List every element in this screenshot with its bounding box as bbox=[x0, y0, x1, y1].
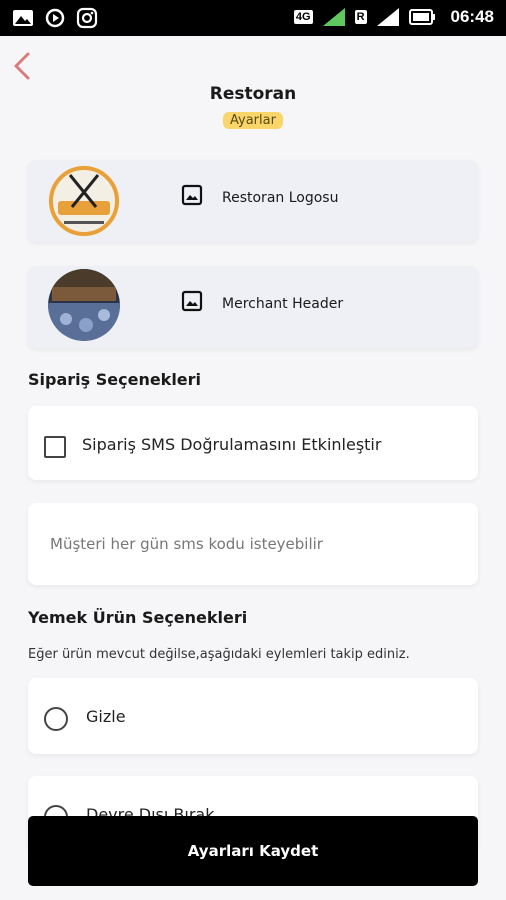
sim-badge: R bbox=[354, 10, 367, 24]
signal-icon bbox=[322, 8, 345, 26]
sync-icon bbox=[45, 8, 65, 28]
option-hide-label: Gizle bbox=[86, 707, 126, 726]
page-subtitle-wrap: Ayarlar bbox=[0, 109, 506, 129]
restaurant-logo-card[interactable]: Restoran Logosu bbox=[28, 160, 478, 242]
option-hide-radio[interactable] bbox=[44, 707, 68, 731]
gallery-icon bbox=[13, 10, 33, 26]
sms-verification-row[interactable]: Sipariş SMS Doğrulamasını Etkinleştir bbox=[28, 406, 478, 480]
battery-icon bbox=[408, 9, 435, 25]
status-bar-left bbox=[12, 7, 98, 29]
back-arrow-icon[interactable] bbox=[8, 48, 36, 84]
sms-verification-checkbox[interactable] bbox=[44, 436, 66, 458]
settings-badge: Ayarlar bbox=[223, 112, 283, 129]
restaurant-logo-label: Restoran Logosu bbox=[222, 190, 339, 206]
clock: 06:48 bbox=[450, 7, 494, 26]
option-hide-row[interactable]: Gizle bbox=[28, 678, 478, 754]
save-settings-button[interactable]: Ayarları Kaydet bbox=[28, 816, 478, 886]
image-icon bbox=[181, 184, 203, 206]
food-options-description: Eğer ürün mevcut değilse,aşağıdaki eylem… bbox=[28, 647, 410, 662]
merchant-header-label: Merchant Header bbox=[222, 296, 344, 312]
merchant-header-image bbox=[48, 269, 120, 341]
sms-note-field[interactable]: Müşteri her gün sms kodu isteyebilir bbox=[28, 503, 478, 585]
order-options-title: Sipariş Seçenekleri bbox=[28, 370, 202, 389]
merchant-header-card[interactable]: Merchant Header bbox=[28, 266, 478, 348]
image-icon bbox=[181, 290, 203, 312]
status-bar-right: 4G R 06:48 bbox=[293, 6, 494, 28]
status-bar: 4G R 06:48 bbox=[0, 0, 506, 36]
sms-note-placeholder: Müşteri her gün sms kodu isteyebilir bbox=[50, 535, 323, 553]
instagram-icon bbox=[76, 7, 98, 29]
page-title: Restoran bbox=[209, 84, 297, 104]
signal-2-icon bbox=[376, 8, 399, 26]
network-type-badge: 4G bbox=[293, 10, 313, 24]
food-options-title: Yemek Ürün Seçenekleri bbox=[28, 608, 248, 627]
sms-verification-label: Sipariş SMS Doğrulamasını Etkinleştir bbox=[82, 435, 382, 454]
restaurant-logo-image bbox=[48, 165, 120, 237]
